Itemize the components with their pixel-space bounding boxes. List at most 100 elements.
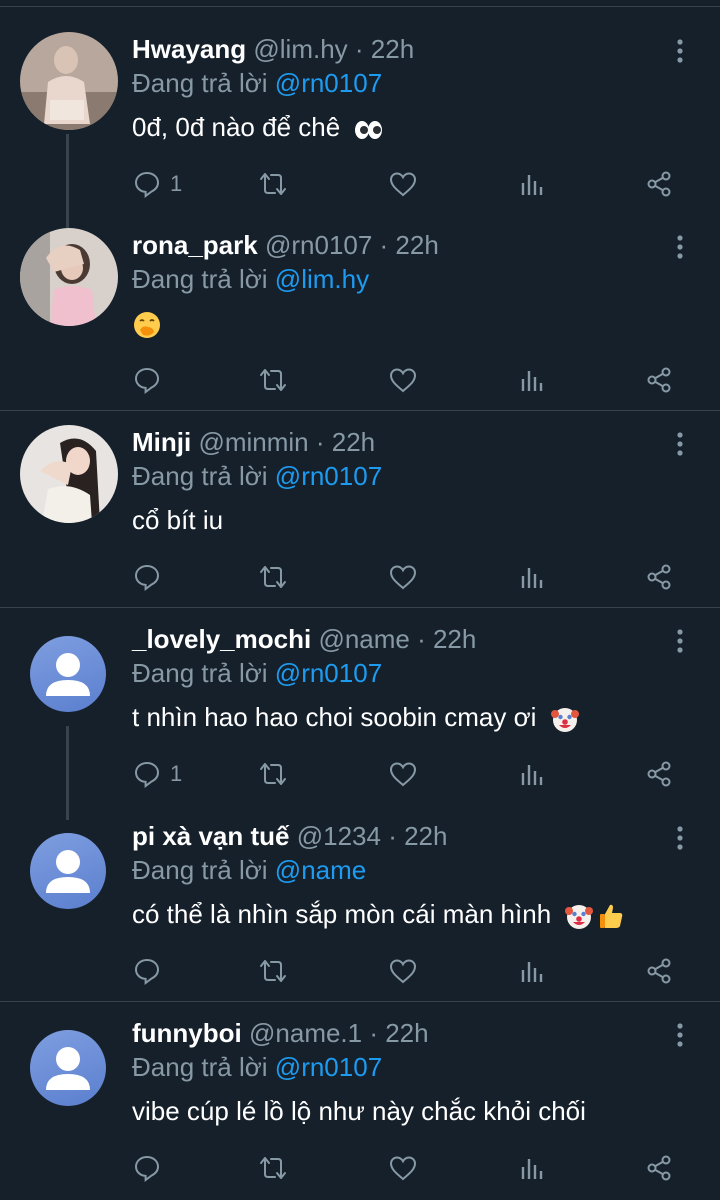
reply-count: 1 <box>170 761 183 786</box>
retweet-button[interactable] <box>258 1148 288 1188</box>
avatar[interactable] <box>20 228 118 326</box>
reply-prefix: Đang trả lời <box>132 855 268 885</box>
handle-time: @minmin · 22h <box>198 427 376 457</box>
reply-mention-link[interactable]: @rn0107 <box>275 658 382 688</box>
share-button[interactable] <box>644 754 674 794</box>
like-button[interactable] <box>388 754 418 794</box>
tweet-text-content: vibe cúp lé lồ lộ như này chắc khỏi chối <box>132 1096 586 1126</box>
reply-context: Đang trả lời @rn0107 <box>132 656 382 690</box>
reply-button[interactable]: 1 <box>132 164 182 204</box>
analytics-button[interactable] <box>518 557 548 597</box>
reply-button[interactable]: 1 <box>132 754 182 794</box>
more-options-icon[interactable] <box>670 429 690 459</box>
analytics-button[interactable] <box>518 164 548 204</box>
handle-time: @name · 22h <box>318 624 477 654</box>
more-options-icon[interactable] <box>670 626 690 656</box>
analytics-icon <box>521 1159 543 1179</box>
display-name[interactable]: Minji <box>132 427 191 457</box>
reply-button[interactable] <box>132 951 170 991</box>
tweet-header: Hwayang @lim.hy · 22h <box>132 32 414 66</box>
reply-context: Đang trả lời @name <box>132 853 366 887</box>
share-icon <box>647 958 671 984</box>
reply-mention-link[interactable]: @rn0107 <box>275 68 382 98</box>
like-button[interactable] <box>388 1148 418 1188</box>
analytics-icon <box>521 371 543 391</box>
more-options-icon[interactable] <box>670 823 690 853</box>
display-name[interactable]: _lovely_mochi <box>132 624 311 654</box>
retweet-button[interactable] <box>258 164 288 204</box>
more-options-icon[interactable] <box>670 232 690 262</box>
analytics-button[interactable] <box>518 951 548 991</box>
avatar[interactable] <box>20 425 118 523</box>
share-button[interactable] <box>644 557 674 597</box>
tweet[interactable]: _lovely_mochi @name · 22h Đang trả lời @… <box>0 622 720 802</box>
display-name[interactable]: Hwayang <box>132 34 246 64</box>
tweet[interactable]: Minji @minmin · 22h Đang trả lời @rn0107… <box>0 425 720 605</box>
analytics-button[interactable] <box>518 360 548 400</box>
reply-icon <box>134 958 160 985</box>
more-options-icon[interactable] <box>670 36 690 66</box>
share-icon <box>647 367 671 393</box>
share-icon <box>647 171 671 197</box>
tweet-text: có thể là nhìn sắp mòn cái màn hình <box>132 897 626 931</box>
reply-button[interactable] <box>132 557 170 597</box>
retweet-button[interactable] <box>258 557 288 597</box>
divider <box>0 1001 720 1002</box>
share-icon <box>647 1155 671 1181</box>
reply-prefix: Đang trả lời <box>132 461 268 491</box>
display-name[interactable]: pi xà vạn tuế <box>132 821 290 851</box>
display-name[interactable]: funnyboi <box>132 1018 242 1048</box>
reply-mention-link[interactable]: @rn0107 <box>275 461 382 491</box>
tweet-header: pi xà vạn tuế @1234 · 22h <box>132 819 447 853</box>
top-divider <box>0 6 720 7</box>
tweet-header: funnyboi @name.1 · 22h <box>132 1016 429 1050</box>
tweet[interactable]: rona_park @rn0107 · 22h Đang trả lời @li… <box>0 228 720 408</box>
analytics-button[interactable] <box>518 1148 548 1188</box>
avatar[interactable] <box>20 32 118 130</box>
share-icon <box>647 761 671 787</box>
share-button[interactable] <box>644 951 674 991</box>
avatar[interactable] <box>30 833 106 909</box>
tweet[interactable]: pi xà vạn tuế @1234 · 22h Đang trả lời @… <box>0 819 720 999</box>
retweet-button[interactable] <box>258 754 288 794</box>
handle-time: @lim.hy · 22h <box>253 34 415 64</box>
like-button[interactable] <box>388 557 418 597</box>
reply-button[interactable] <box>132 1148 170 1188</box>
divider <box>0 607 720 608</box>
reply-context: Đang trả lời @rn0107 <box>132 66 382 100</box>
tweet-text-content: 0đ, 0đ nào để chê <box>132 112 341 142</box>
reply-button[interactable] <box>132 360 170 400</box>
reply-icon <box>134 171 160 198</box>
reply-context: Đang trả lời @rn0107 <box>132 1050 382 1084</box>
reply-mention-link[interactable]: @name <box>275 855 366 885</box>
analytics-button[interactable] <box>518 754 548 794</box>
share-icon <box>647 564 671 590</box>
clown-emoji <box>564 901 594 931</box>
like-button[interactable] <box>388 951 418 991</box>
reply-count: 1 <box>170 171 183 196</box>
reply-mention-link[interactable]: @lim.hy <box>275 264 369 294</box>
tweet[interactable]: Hwayang @lim.hy · 22h Đang trả lời @rn01… <box>0 32 720 212</box>
more-options-icon[interactable] <box>670 1020 690 1050</box>
share-button[interactable] <box>644 360 674 400</box>
avatar[interactable] <box>30 636 106 712</box>
retweet-icon <box>260 960 286 982</box>
retweet-icon <box>260 763 286 785</box>
share-button[interactable] <box>644 1148 674 1188</box>
tweet[interactable]: funnyboi @name.1 · 22h Đang trả lời @rn0… <box>0 1016 720 1196</box>
tweet-header: Minji @minmin · 22h <box>132 425 375 459</box>
share-button[interactable] <box>644 164 674 204</box>
retweet-button[interactable] <box>258 951 288 991</box>
retweet-button[interactable] <box>258 360 288 400</box>
like-button[interactable] <box>388 360 418 400</box>
heart-icon <box>389 565 417 590</box>
tweet-actions <box>132 951 692 991</box>
analytics-icon <box>521 175 543 195</box>
reply-mention-link[interactable]: @rn0107 <box>275 1052 382 1082</box>
tweet-header: rona_park @rn0107 · 22h <box>132 228 439 262</box>
tweet-actions: 1 <box>132 754 692 794</box>
like-button[interactable] <box>388 164 418 204</box>
heart-icon <box>389 368 417 393</box>
display-name[interactable]: rona_park <box>132 230 258 260</box>
avatar[interactable] <box>30 1030 106 1106</box>
